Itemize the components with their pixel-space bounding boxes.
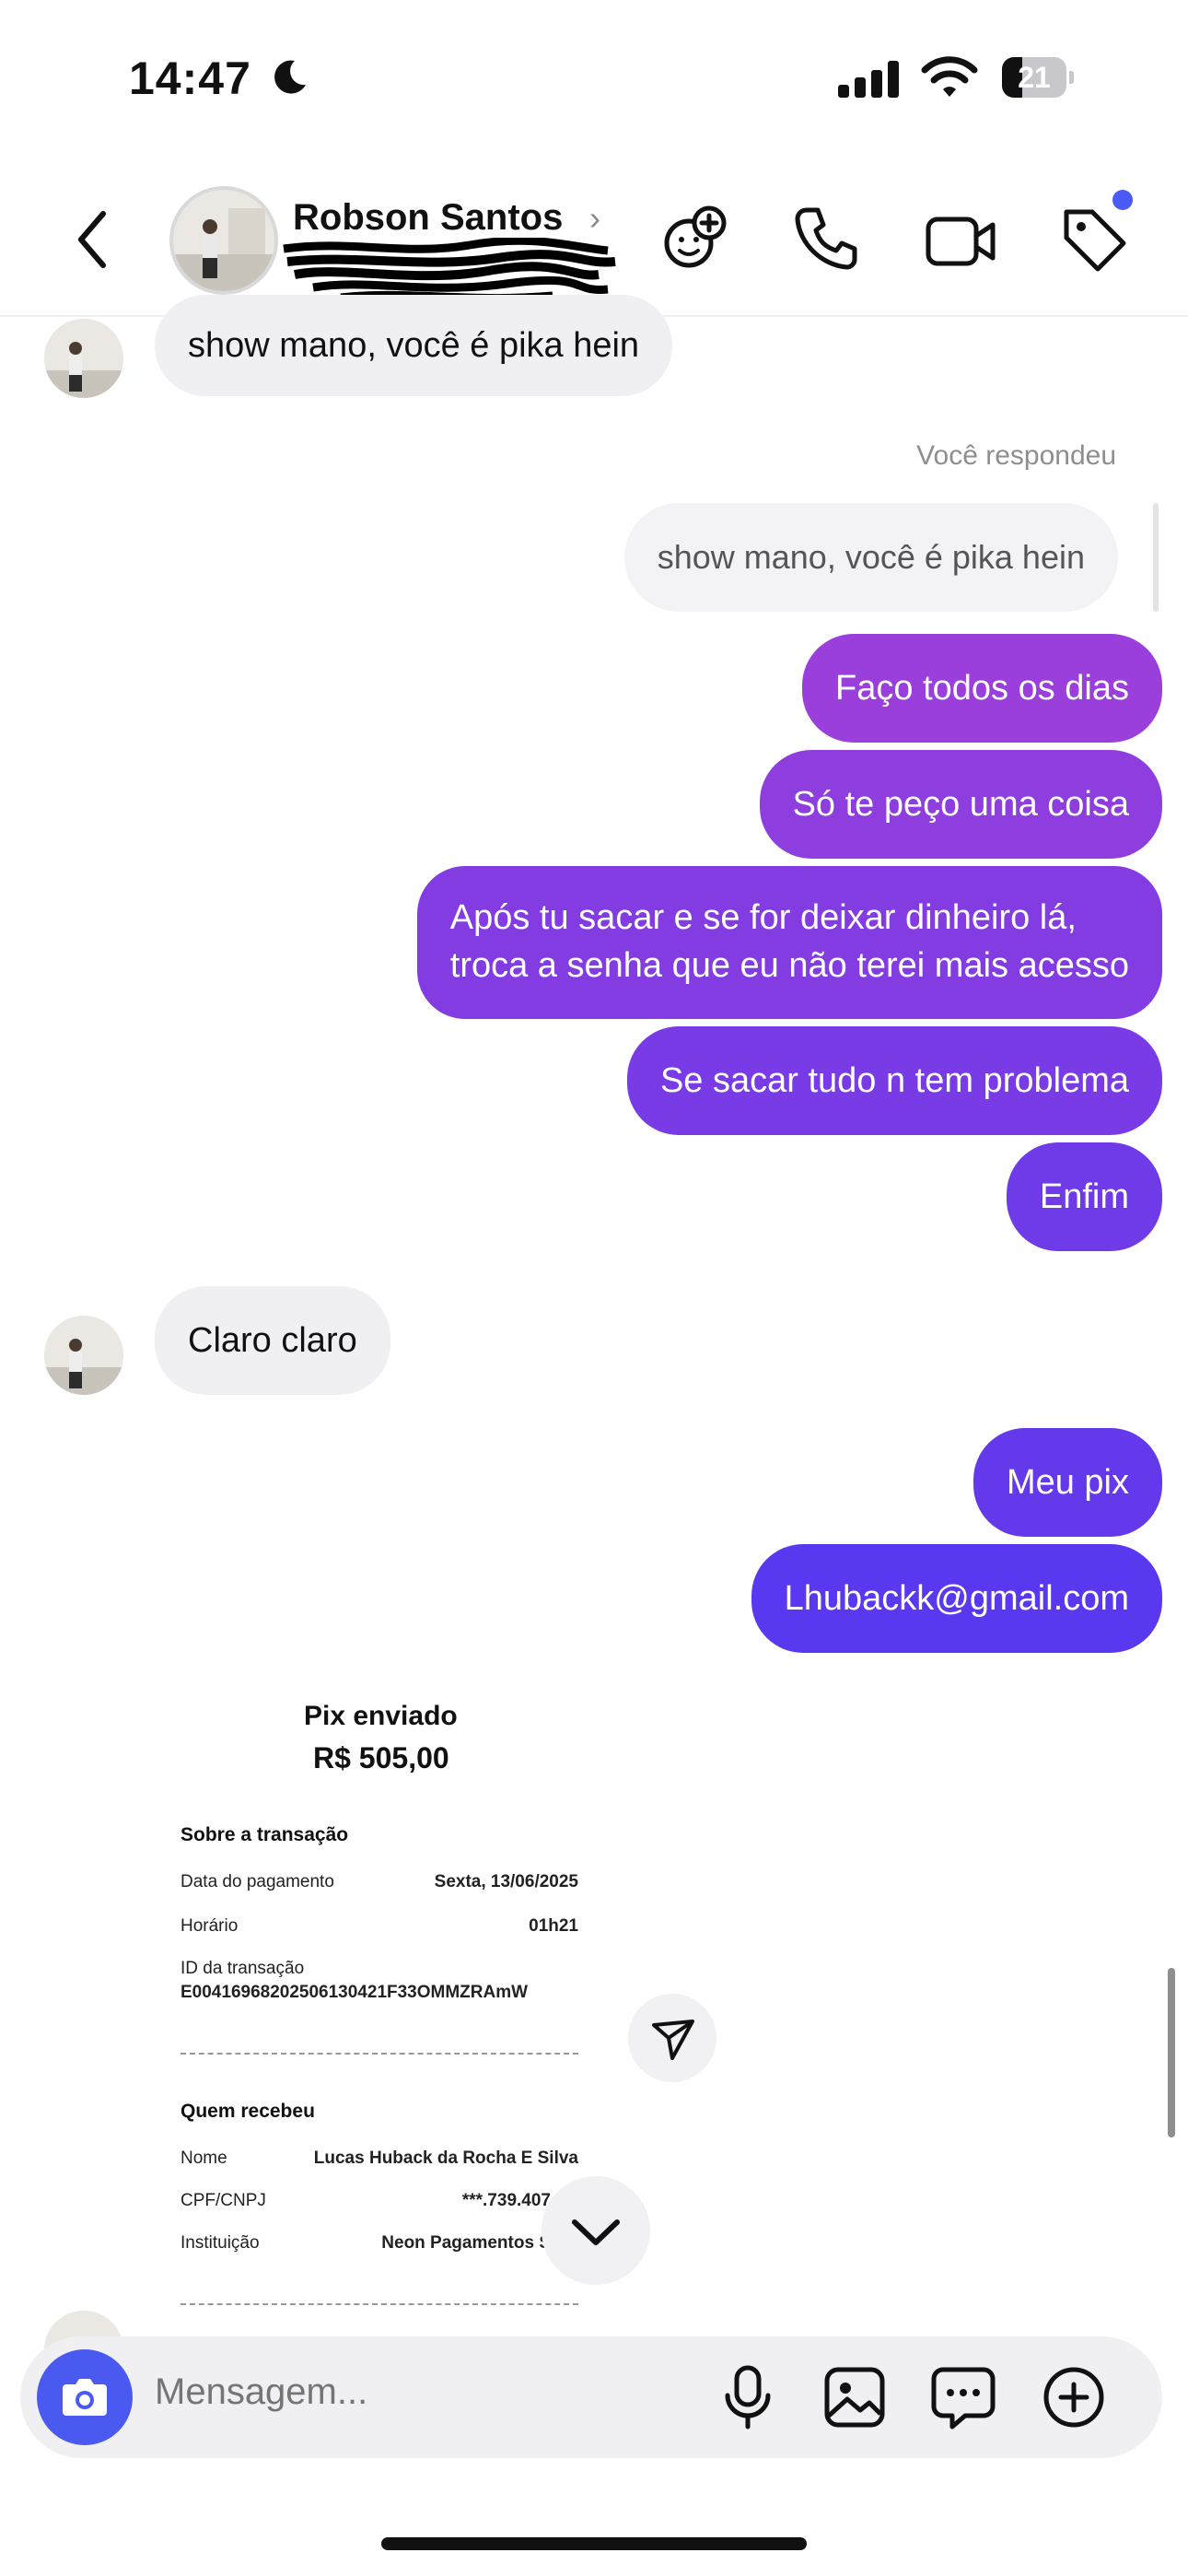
video-camera-icon[interactable]: [925, 214, 998, 274]
scroll-down-button[interactable]: [542, 2176, 650, 2285]
reply-bar: [1153, 503, 1159, 612]
plus-circle-icon[interactable]: [1041, 2364, 1107, 2435]
status-time: 14:47: [129, 53, 251, 104]
receipt-label: Horário: [181, 1916, 239, 1936]
receipt-value: Neon Pagamentos S: [381, 2233, 551, 2253]
receipt-value: Sexta, 13/06/2025: [434, 1872, 578, 1891]
microphone-icon[interactable]: [720, 2364, 775, 2435]
moon-icon: [269, 57, 309, 102]
outgoing-message[interactable]: Se sacar tudo n tem problema: [626, 1026, 1162, 1135]
receipt-amount: R$ 505,00: [313, 1741, 449, 1774]
home-indicator[interactable]: [381, 2537, 807, 2550]
phone-icon[interactable]: [794, 205, 858, 275]
sender-avatar[interactable]: [44, 319, 123, 398]
reply-quote[interactable]: show mano, você é pika hein: [623, 503, 1118, 612]
receipt-title: Pix enviado: [304, 1701, 458, 1731]
receipt-value: 01h21: [529, 1916, 578, 1936]
chevron-right-icon[interactable]: ›: [589, 199, 600, 238]
share-button[interactable]: [628, 1994, 716, 2082]
cellular-signal-icon: [838, 61, 899, 98]
receipt-label: ID da transação: [181, 1959, 305, 1978]
message-line: troca a senha que eu não terei mais aces…: [449, 946, 1129, 985]
receipt-section-title: Quem recebeu: [181, 2101, 315, 2122]
camera-button[interactable]: [37, 2349, 133, 2445]
outgoing-message[interactable]: Só te peço uma coisa: [759, 750, 1162, 859]
outgoing-message[interactable]: Enfim: [1006, 1142, 1162, 1251]
receipt-divider: [181, 2053, 578, 2055]
contact-avatar[interactable]: [169, 186, 278, 295]
notification-dot: [1112, 190, 1133, 210]
contact-name[interactable]: Robson Santos: [293, 197, 563, 239]
incoming-message[interactable]: show mano, você é pika hein: [155, 295, 673, 396]
receipt-section-title: Sobre a transação: [181, 1824, 349, 1845]
sticker-chat-icon[interactable]: [930, 2364, 996, 2435]
scrollbar[interactable]: [1168, 1968, 1175, 2137]
outgoing-message[interactable]: Lhubackk@gmail.com: [751, 1544, 1162, 1653]
camera-icon: [63, 2379, 107, 2416]
message-input[interactable]: [155, 2371, 615, 2413]
back-chevron-icon[interactable]: [74, 210, 111, 274]
outgoing-message[interactable]: Faço todos os dias: [802, 634, 1162, 743]
receipt-label: Nome: [181, 2149, 227, 2168]
receipt-label: Instituição: [181, 2233, 260, 2253]
receipt-value: ***.739.407: [461, 2191, 551, 2210]
outgoing-message[interactable]: Após tu sacar e se for deixar dinheiro l…: [416, 866, 1162, 1019]
incoming-message[interactable]: Claro claro: [155, 1286, 390, 1395]
outgoing-message[interactable]: Meu pix: [973, 1428, 1162, 1537]
receipt-value: Lucas Huback da Rocha E Silva: [313, 2149, 578, 2168]
receipt-label: CPF/CNPJ: [181, 2191, 266, 2210]
sender-avatar[interactable]: [44, 1316, 123, 1395]
receipt-divider: [181, 2303, 578, 2305]
wifi-icon: [921, 55, 978, 104]
receipt-value: E00416968202506130421F33OMMZRAmW: [181, 1983, 529, 2002]
message-line: Após tu sacar e se for deixar dinheiro l…: [449, 898, 1077, 937]
gallery-icon[interactable]: [821, 2364, 888, 2435]
battery-indicator: 21: [1002, 57, 1074, 98]
tag-icon[interactable]: [1059, 205, 1129, 279]
replied-label: Você respondeu: [916, 440, 1116, 471]
add-sticker-icon[interactable]: [659, 205, 729, 279]
receipt-label: Data do pagamento: [181, 1872, 334, 1891]
